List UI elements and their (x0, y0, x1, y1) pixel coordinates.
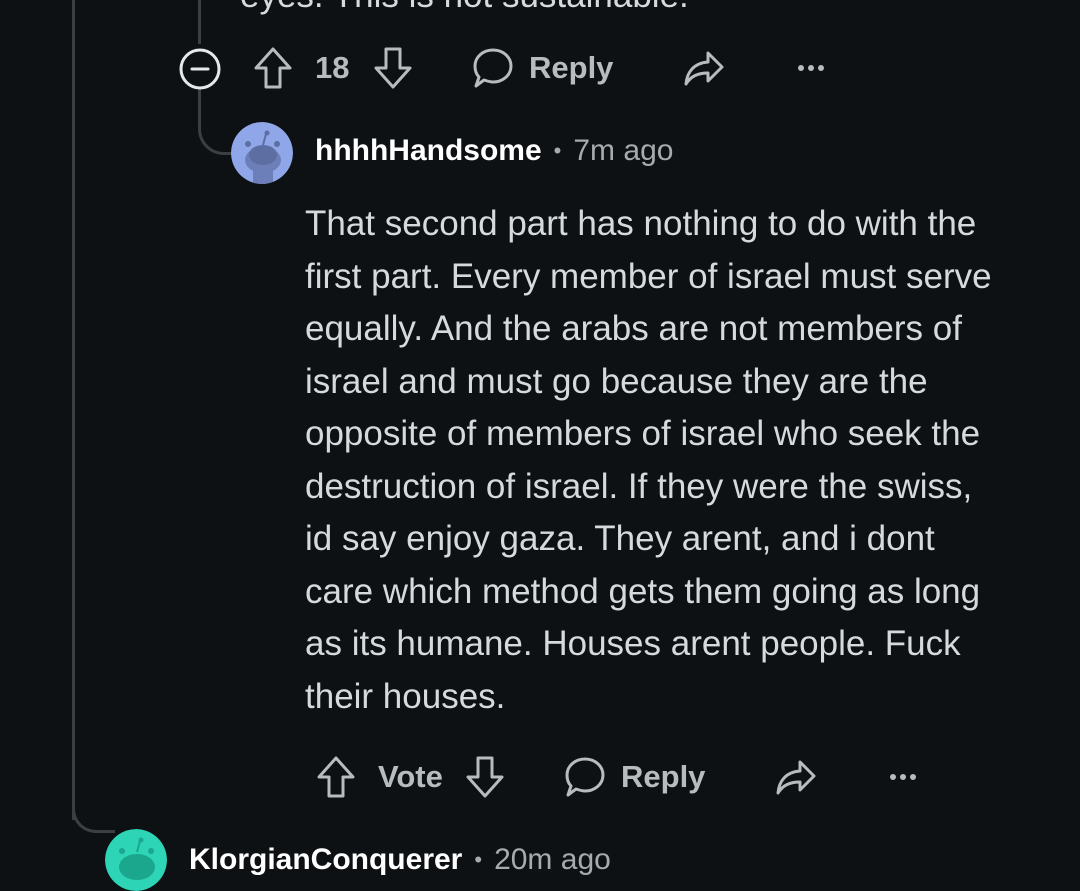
reply-share-button[interactable] (774, 757, 818, 799)
body-line: care which method gets them going as lon… (305, 571, 981, 611)
comment-username[interactable]: hhhhHandsome (315, 134, 542, 168)
reply-label: Reply (529, 50, 614, 85)
parent-reply-button[interactable]: Reply (472, 46, 613, 90)
reply-more-options-button[interactable] (888, 763, 918, 791)
meta-separator: • (553, 138, 562, 163)
upvote-arrow-icon (317, 756, 355, 798)
reply-reply-button[interactable]: Reply (564, 755, 705, 799)
share-arrow-icon (684, 51, 724, 86)
body-line: opposite of members of israel who seek t… (305, 414, 981, 453)
parent-comment-text: eyes. This is not sustainable. (240, 0, 689, 16)
reply-bubble-icon (565, 757, 605, 797)
share-button[interactable] (682, 48, 726, 90)
more-options-icon (890, 774, 916, 780)
more-options-icon (798, 65, 824, 71)
thread-line-root (72, 0, 75, 820)
upvote-arrow-icon (254, 47, 292, 89)
body-line: destruction of israel. If they were the … (305, 466, 973, 506)
avatar[interactable] (231, 122, 293, 184)
body-line: equally. And the arabs are not members o… (305, 309, 962, 348)
reply-bubble-icon (473, 48, 513, 88)
thread-line-reply-curve (198, 88, 233, 155)
comment-timestamp: 7m ago (573, 134, 674, 167)
body-line: id say enjoy gaza. They arent, and i don… (305, 519, 935, 558)
meta-separator: • (474, 847, 483, 872)
body-line: israel and must go because they are the (305, 361, 928, 401)
snoo-avatar-icon (231, 122, 293, 184)
vote-count: 18 (315, 50, 350, 85)
upvote-button[interactable] (252, 45, 294, 91)
body-line: as its humane. Houses arent people. Fuck (305, 624, 961, 663)
vote-label: Vote (378, 759, 443, 794)
next-comment-timestamp: 20m ago (494, 843, 611, 876)
thread-line-parent (198, 0, 201, 44)
reply-downvote-button[interactable] (464, 754, 506, 800)
next-avatar[interactable] (105, 829, 167, 891)
reply-label: Reply (621, 759, 706, 794)
more-options-button[interactable] (796, 54, 826, 82)
body-line: That second part has nothing to do with … (305, 204, 977, 243)
downvote-button[interactable] (372, 45, 414, 91)
downvote-arrow-icon (466, 756, 504, 798)
thread-line-root-curve (72, 800, 115, 833)
next-comment-username[interactable]: KlorgianConquerer (189, 843, 462, 877)
snoo-avatar-icon (105, 829, 167, 891)
downvote-arrow-icon (374, 47, 412, 89)
collapse-button[interactable] (178, 47, 222, 91)
share-arrow-icon (776, 760, 816, 795)
reply-upvote-button[interactable]: Vote (315, 754, 443, 800)
comment-body: That second part has nothing to do with … (305, 198, 992, 723)
collapse-icon (179, 48, 221, 90)
body-line: their houses. (305, 676, 506, 716)
body-line: first part. Every member of israel must … (305, 256, 992, 296)
